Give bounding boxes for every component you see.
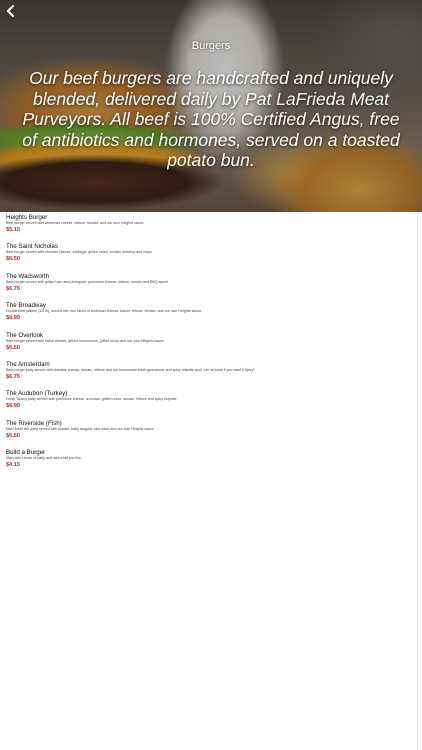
scroll-track [417,212,418,750]
item-name: The Saint Nicholas [6,243,58,251]
item-price: $6.75 [6,373,20,380]
menu-item-broadway[interactable]: The Broadway Double beef patties (1/2 lb… [6,302,416,331]
item-price: $6.50 [6,432,20,439]
item-name: The Audubon (Turkey) [6,390,68,398]
category-description: Our beef burgers are handcrafted and uni… [22,68,400,170]
menu-list: Heights Burger Beef burger served with A… [6,214,416,479]
item-name: The Wadsworth [6,272,50,280]
item-price: $6.50 [6,256,20,263]
item-price: $6.50 [6,344,20,351]
menu-item-amsterdam[interactable]: The Amsterdam Beef burger patty served w… [6,361,416,390]
item-name: The Overlook [6,331,44,339]
item-name: The Amsterdam [6,360,50,368]
hero-banner: Burgers Our beef burgers are handcrafted… [0,0,422,212]
item-price: $6.75 [6,285,20,292]
menu-item-build-a-burger[interactable]: Build a Burger Start with choice of patt… [6,449,416,478]
item-name: Build a Burger [6,449,46,457]
item-price: $6.99 [6,403,20,410]
menu-item-saint-nicholas[interactable]: The Saint Nicholas Beef burger served wi… [6,243,416,272]
menu-item-audubon[interactable]: The Audubon (Turkey) Fresh Turkey patty … [6,390,416,419]
item-name: Heights Burger [6,214,48,221]
menu-item-riverside[interactable]: The Riverside (Fish) Mahi Mahi fish patt… [6,420,416,449]
menu-item-wadsworth[interactable]: The Wadsworth Beef burger served with gr… [6,273,416,302]
page-title: Burgers [191,40,231,52]
item-price: $8.99 [6,315,20,322]
menu-item-heights-burger[interactable]: Heights Burger Beef burger served with A… [6,214,416,243]
item-name: The Broadway [6,302,46,310]
menu-item-overlook[interactable]: The Overlook Beef burger served with swi… [6,332,416,361]
item-price: $4.15 [6,462,20,469]
item-name: The Riverside (Fish) [6,419,62,427]
chevron-left-icon[interactable] [4,4,18,18]
item-price: $5.15 [6,227,20,233]
